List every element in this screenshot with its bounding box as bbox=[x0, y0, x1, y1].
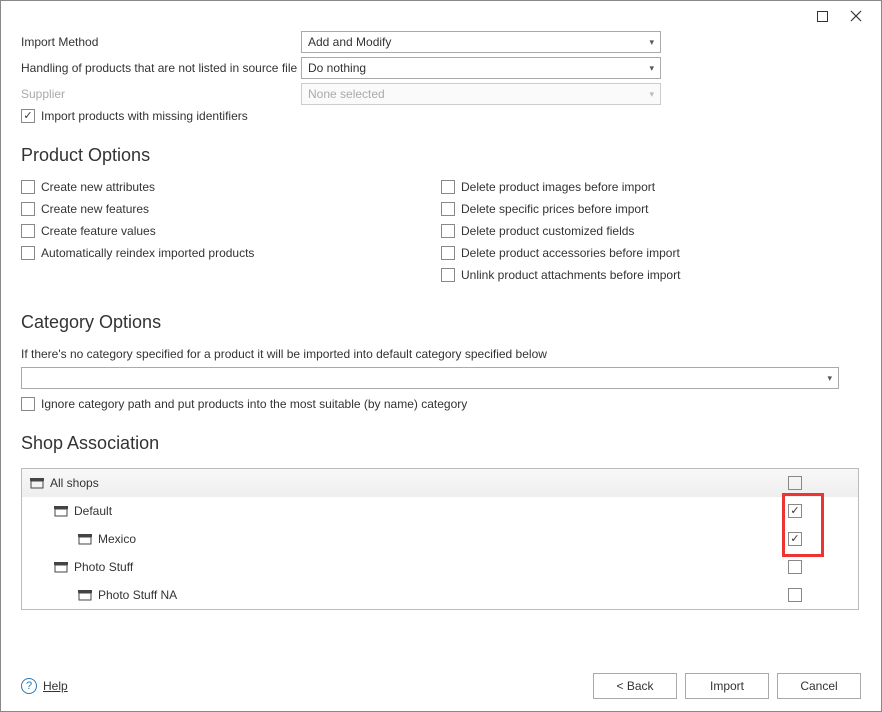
help-label: Help bbox=[43, 679, 68, 693]
close-icon bbox=[850, 10, 862, 22]
product-option-row: Create new features bbox=[21, 202, 441, 216]
shop-icon bbox=[78, 532, 92, 546]
import-button[interactable]: Import bbox=[685, 673, 769, 699]
product-option-checkbox[interactable] bbox=[21, 180, 35, 194]
product-options-grid: Create new attributes Create new features… bbox=[21, 180, 861, 290]
category-description: If there's no category specified for a p… bbox=[21, 347, 861, 361]
product-option-row: Create new attributes bbox=[21, 180, 441, 194]
dialog-window: Import Method Add and Modify ▾ Handling … bbox=[0, 0, 882, 712]
shop-tree: All shops Default Mexico Photo Stuff Photo S… bbox=[21, 468, 859, 610]
dialog-footer: ? Help < Back Import Cancel bbox=[1, 661, 881, 711]
shop-name: Default bbox=[74, 504, 112, 518]
product-option-checkbox[interactable] bbox=[21, 246, 35, 260]
import-method-dropdown[interactable]: Add and Modify ▾ bbox=[301, 31, 661, 53]
product-option-checkbox[interactable] bbox=[21, 224, 35, 238]
chevron-down-icon: ▾ bbox=[649, 89, 654, 100]
shop-tree-row[interactable]: Default bbox=[22, 497, 858, 525]
ignore-category-path-label: Ignore category path and put products in… bbox=[41, 397, 467, 411]
shop-association-heading: Shop Association bbox=[21, 433, 861, 454]
supplier-value: None selected bbox=[308, 87, 385, 101]
shop-tree-row[interactable]: All shops bbox=[22, 469, 858, 497]
supplier-label: Supplier bbox=[21, 87, 301, 101]
product-option-row: Create feature values bbox=[21, 224, 441, 238]
help-link[interactable]: ? Help bbox=[21, 678, 68, 694]
product-option-label: Create feature values bbox=[41, 224, 156, 238]
maximize-icon bbox=[817, 11, 828, 22]
product-option-row: Delete specific prices before import bbox=[441, 202, 861, 216]
handling-dropdown[interactable]: Do nothing ▾ bbox=[301, 57, 661, 79]
product-option-label: Delete product images before import bbox=[461, 180, 655, 194]
shop-name: All shops bbox=[50, 476, 99, 490]
product-options-heading: Product Options bbox=[21, 145, 861, 166]
back-button[interactable]: < Back bbox=[593, 673, 677, 699]
shop-checkbox[interactable] bbox=[788, 532, 802, 546]
product-option-row: Delete product accessories before import bbox=[441, 246, 861, 260]
product-option-label: Delete product customized fields bbox=[461, 224, 634, 238]
import-method-value: Add and Modify bbox=[308, 35, 391, 49]
default-category-dropdown[interactable]: ▾ bbox=[21, 367, 839, 389]
help-icon: ? bbox=[21, 678, 37, 694]
chevron-down-icon: ▾ bbox=[827, 373, 832, 384]
shop-icon bbox=[54, 504, 68, 518]
category-options-heading: Category Options bbox=[21, 312, 861, 333]
supplier-dropdown: None selected ▾ bbox=[301, 83, 661, 105]
product-option-checkbox[interactable] bbox=[441, 180, 455, 194]
shop-tree-row[interactable]: Mexico bbox=[22, 525, 858, 553]
product-option-row: Automatically reindex imported products bbox=[21, 246, 441, 260]
chevron-down-icon: ▾ bbox=[649, 37, 654, 48]
shop-name: Photo Stuff NA bbox=[98, 588, 177, 602]
import-missing-checkbox[interactable] bbox=[21, 109, 35, 123]
product-option-row: Delete product images before import bbox=[441, 180, 861, 194]
product-option-row: Delete product customized fields bbox=[441, 224, 861, 238]
shop-checkbox[interactable] bbox=[788, 504, 802, 518]
shop-tree-row[interactable]: Photo Stuff bbox=[22, 553, 858, 581]
shop-icon bbox=[78, 588, 92, 602]
dialog-content: Import Method Add and Modify ▾ Handling … bbox=[1, 31, 881, 661]
shop-checkbox[interactable] bbox=[788, 560, 802, 574]
shop-checkbox[interactable] bbox=[788, 588, 802, 602]
shop-icon bbox=[54, 560, 68, 574]
shop-tree-row[interactable]: Photo Stuff NA bbox=[22, 581, 858, 609]
product-option-checkbox[interactable] bbox=[441, 268, 455, 282]
handling-value: Do nothing bbox=[308, 61, 366, 75]
product-option-label: Create new attributes bbox=[41, 180, 155, 194]
shop-name: Photo Stuff bbox=[74, 560, 133, 574]
maximize-button[interactable] bbox=[805, 4, 839, 28]
shop-name: Mexico bbox=[98, 532, 136, 546]
shop-icon bbox=[30, 476, 44, 490]
product-option-checkbox[interactable] bbox=[441, 224, 455, 238]
product-option-label: Delete specific prices before import bbox=[461, 202, 648, 216]
ignore-category-path-checkbox[interactable] bbox=[21, 397, 35, 411]
titlebar bbox=[1, 1, 881, 31]
product-option-label: Delete product accessories before import bbox=[461, 246, 680, 260]
chevron-down-icon: ▾ bbox=[649, 63, 654, 74]
product-option-label: Create new features bbox=[41, 202, 149, 216]
import-missing-label: Import products with missing identifiers bbox=[41, 109, 248, 123]
product-option-checkbox[interactable] bbox=[441, 202, 455, 216]
import-method-label: Import Method bbox=[21, 35, 301, 49]
product-option-checkbox[interactable] bbox=[441, 246, 455, 260]
cancel-button[interactable]: Cancel bbox=[777, 673, 861, 699]
product-option-row: Unlink product attachments before import bbox=[441, 268, 861, 282]
product-option-checkbox[interactable] bbox=[21, 202, 35, 216]
handling-label: Handling of products that are not listed… bbox=[21, 61, 301, 75]
close-button[interactable] bbox=[839, 4, 873, 28]
product-option-label: Automatically reindex imported products bbox=[41, 246, 254, 260]
shop-checkbox[interactable] bbox=[788, 476, 802, 490]
product-option-label: Unlink product attachments before import bbox=[461, 268, 680, 282]
